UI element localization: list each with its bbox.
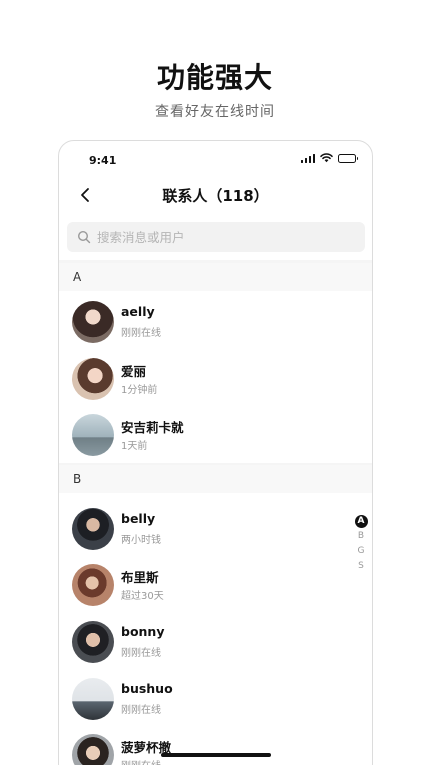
contact-row-bonny[interactable]: bonny 刚刚在线 bbox=[59, 614, 372, 670]
phone-frame: 9:41 联系人（118） A aelly 刚刚在线 bbox=[58, 140, 373, 765]
avatar bbox=[72, 564, 114, 606]
avatar bbox=[72, 621, 114, 663]
contact-row-bushuo[interactable]: bushuo 刚刚在线 bbox=[59, 671, 372, 727]
status-time: 9:41 bbox=[89, 154, 117, 167]
promo-title: 功能强大 bbox=[156, 61, 273, 94]
contact-name: bonny bbox=[121, 624, 165, 639]
back-icon[interactable] bbox=[73, 183, 97, 207]
avatar bbox=[72, 358, 114, 400]
contact-name: 布里斯 bbox=[121, 570, 159, 585]
search-bar[interactable] bbox=[67, 222, 365, 252]
battery-icon bbox=[338, 153, 358, 163]
contact-name: 爱丽 bbox=[121, 364, 147, 379]
contact-status: 两小时钱 bbox=[121, 535, 161, 546]
contact-status: 刚刚在线 bbox=[121, 757, 161, 765]
contact-row-aili[interactable]: 爱丽 1分钟前 bbox=[59, 351, 372, 407]
nav-bar: 联系人（118） bbox=[59, 179, 372, 211]
contact-row-aelly[interactable]: aelly 刚刚在线 bbox=[59, 294, 372, 350]
avatar bbox=[72, 508, 114, 550]
avatar bbox=[72, 301, 114, 343]
page-title: 联系人（118） bbox=[162, 187, 269, 205]
contact-row-anjilika[interactable]: 安吉莉卡就 1天前 bbox=[59, 407, 372, 463]
status-bar: 9:41 bbox=[59, 141, 372, 177]
contact-row-belly[interactable]: belly 两小时钱 bbox=[59, 501, 372, 557]
section-header-a: A bbox=[59, 263, 372, 291]
status-icons bbox=[300, 153, 358, 163]
avatar bbox=[72, 678, 114, 720]
contact-row-boluobeiche[interactable]: 菠萝杯撤 刚刚在线 bbox=[59, 727, 372, 765]
contact-status: 刚刚在线 bbox=[121, 328, 161, 339]
contact-name: 安吉莉卡就 bbox=[121, 420, 184, 435]
contact-status: 1分钟前 bbox=[121, 385, 158, 396]
contact-row-bulisi[interactable]: 布里斯 超过30天 bbox=[59, 557, 372, 613]
contact-name: aelly bbox=[121, 304, 155, 319]
contact-status: 超过30天 bbox=[121, 591, 164, 602]
index-letter-b[interactable]: B bbox=[355, 530, 368, 543]
contact-status: 刚刚在线 bbox=[121, 705, 161, 716]
index-letter-a[interactable]: A bbox=[354, 515, 368, 528]
search-icon bbox=[77, 230, 91, 244]
index-letter-s[interactable]: S bbox=[355, 560, 368, 573]
promo-subtitle: 查看好友在线时间 bbox=[155, 104, 275, 120]
search-input[interactable] bbox=[97, 229, 337, 245]
section-header-b: B bbox=[59, 465, 372, 493]
wifi-icon bbox=[320, 153, 333, 163]
contact-name: bushuo bbox=[121, 681, 173, 696]
index-letter-g[interactable]: G bbox=[355, 545, 368, 558]
contact-status: 1天前 bbox=[121, 441, 148, 452]
avatar bbox=[72, 414, 114, 456]
contact-status: 刚刚在线 bbox=[121, 648, 161, 659]
cellular-signal-icon bbox=[300, 153, 315, 163]
avatar bbox=[72, 734, 114, 765]
contact-name: belly bbox=[121, 511, 156, 526]
alphabet-index-bar[interactable]: A B G S bbox=[354, 515, 368, 573]
home-indicator bbox=[161, 753, 271, 757]
